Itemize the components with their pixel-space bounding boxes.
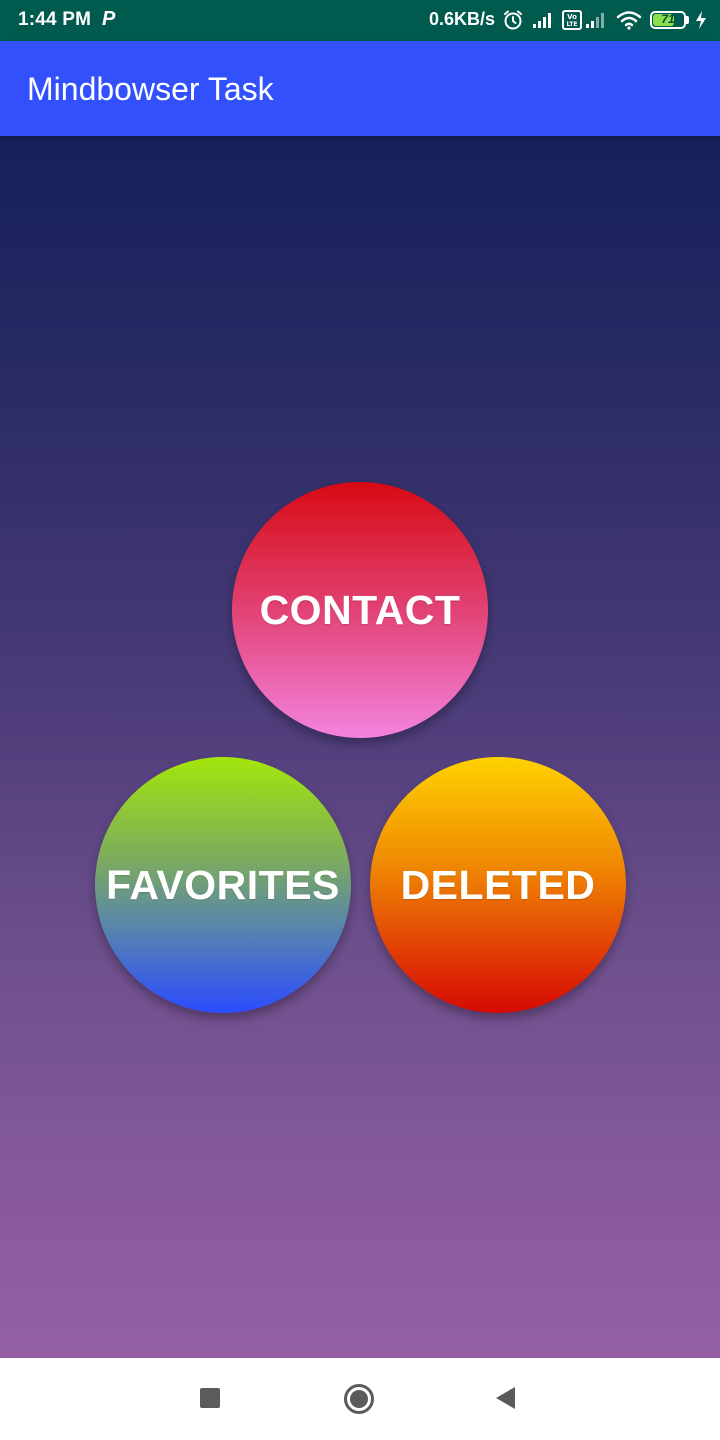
network-speed: 0.6KB/s xyxy=(429,9,496,29)
favorites-button-label: FAVORITES xyxy=(106,861,340,908)
signal-icon-2 xyxy=(586,13,604,28)
status-time: 1:44 PM xyxy=(18,9,92,30)
battery-icon: 71 xyxy=(650,11,686,29)
app-title: Mindbowser Task xyxy=(27,71,274,107)
status-bar: 1:44 PM P 0.6KB/s Vo LTE 71 xyxy=(0,0,720,41)
screen: 1:44 PM P 0.6KB/s Vo LTE 71 Mindbowser T… xyxy=(0,0,720,1440)
svg-text:Vo: Vo xyxy=(567,13,577,21)
back-triangle-icon[interactable] xyxy=(496,1387,515,1409)
wifi-icon xyxy=(616,11,642,30)
recents-square-icon[interactable] xyxy=(200,1388,220,1408)
contact-button-label: CONTACT xyxy=(259,586,461,633)
contact-button[interactable]: CONTACT xyxy=(232,482,488,738)
main-content: CONTACT FAVORITES DELETED xyxy=(0,136,720,1358)
favorites-button[interactable]: FAVORITES xyxy=(95,757,351,1013)
svg-text:LTE: LTE xyxy=(566,21,577,28)
volte-icon: Vo LTE xyxy=(562,10,582,30)
battery-tip xyxy=(686,16,689,24)
app-bar: Mindbowser Task xyxy=(0,41,720,136)
parking-notification-icon: P xyxy=(102,8,116,30)
navigation-bar xyxy=(0,1358,720,1440)
charging-icon xyxy=(696,11,706,29)
home-circle-icon[interactable] xyxy=(344,1384,374,1414)
battery-level: 71 xyxy=(661,12,675,26)
signal-icon xyxy=(533,13,551,28)
deleted-button-label: DELETED xyxy=(400,861,596,908)
deleted-button[interactable]: DELETED xyxy=(370,757,626,1013)
alarm-icon xyxy=(504,10,522,30)
